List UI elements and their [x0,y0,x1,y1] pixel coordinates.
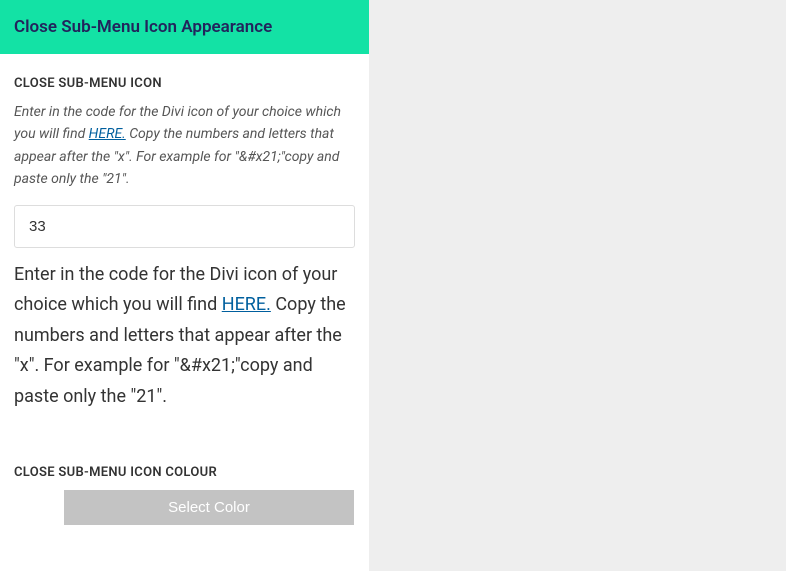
icon-code-input[interactable] [14,205,355,248]
icon-help-link[interactable]: HERE. [89,126,126,142]
icon-help-large: Enter in the code for the Divi icon of y… [14,260,355,413]
big-help-link[interactable]: HERE. [222,294,271,315]
select-color-button[interactable]: Select Color [64,490,354,525]
panel-title: Close Sub-Menu Icon Appearance [14,17,272,37]
panel-header: Close Sub-Menu Icon Appearance [0,0,369,54]
panel-body: CLOSE SUB-MENU ICON Enter in the code fo… [0,54,369,525]
settings-panel: Close Sub-Menu Icon Appearance CLOSE SUB… [0,0,369,571]
icon-field-label: CLOSE SUB-MENU ICON [14,76,355,91]
color-field-label: CLOSE SUB-MENU ICON COLOUR [14,465,355,480]
icon-field-help: Enter in the code for the Divi icon of y… [14,101,355,191]
